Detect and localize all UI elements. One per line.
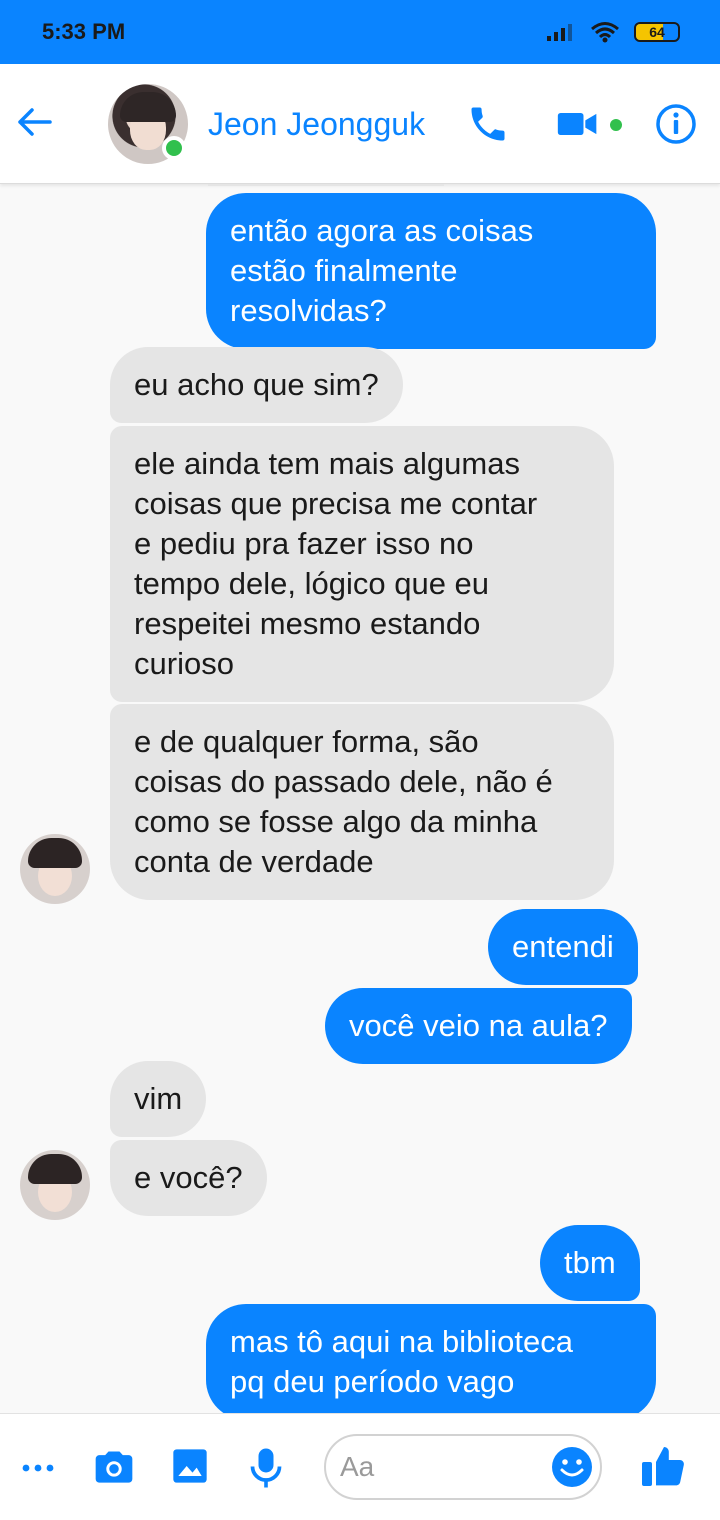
back-arrow-icon[interactable]: [14, 102, 54, 142]
conversation-header: Jeon Jeongguk: [0, 64, 720, 184]
message-thread[interactable]: então agora as coisas estão finalmente r…: [0, 184, 720, 1413]
received-message[interactable]: ele ainda tem mais algumas coisas que pr…: [110, 426, 614, 702]
sent-message[interactable]: entendi: [488, 909, 638, 985]
online-status-dot: [162, 136, 186, 160]
contact-avatar[interactable]: [108, 84, 188, 164]
received-message[interactable]: vim: [110, 1061, 207, 1137]
more-icon[interactable]: [20, 1454, 56, 1484]
divider: [208, 184, 444, 186]
status-bar: 5:33 PM 64: [0, 0, 720, 64]
video-active-dot: [610, 119, 622, 131]
received-message[interactable]: eu acho que sim?: [110, 347, 403, 423]
thumbs-up-icon[interactable]: [640, 1442, 688, 1490]
received-message[interactable]: e de qualquer forma, são coisas do passa…: [110, 704, 614, 900]
emoji-icon[interactable]: [551, 1446, 593, 1488]
gallery-icon[interactable]: [170, 1446, 210, 1486]
microphone-icon[interactable]: [248, 1446, 284, 1490]
battery-icon: 64: [634, 22, 680, 42]
message-composer: [0, 1413, 720, 1520]
signal-icon: [547, 24, 572, 41]
contact-avatar-small[interactable]: [20, 834, 90, 904]
sent-message[interactable]: então agora as coisas estão finalmente r…: [206, 193, 656, 349]
info-icon[interactable]: [654, 102, 698, 146]
camera-icon[interactable]: [92, 1446, 136, 1490]
status-icons: 64: [546, 21, 680, 43]
wifi-icon: [591, 22, 619, 43]
sent-message[interactable]: mas tô aqui na biblioteca pq deu período…: [206, 1304, 656, 1413]
sent-message[interactable]: você veio na aula?: [325, 988, 632, 1064]
video-camera-icon[interactable]: [556, 102, 600, 146]
battery-level: 64: [649, 24, 665, 40]
contact-avatar-small[interactable]: [20, 1150, 90, 1220]
status-time: 5:33 PM: [42, 19, 126, 44]
contact-name[interactable]: Jeon Jeongguk: [208, 106, 425, 143]
received-message[interactable]: e você?: [110, 1140, 267, 1216]
phone-icon[interactable]: [466, 102, 510, 146]
sent-message[interactable]: tbm: [540, 1225, 640, 1301]
